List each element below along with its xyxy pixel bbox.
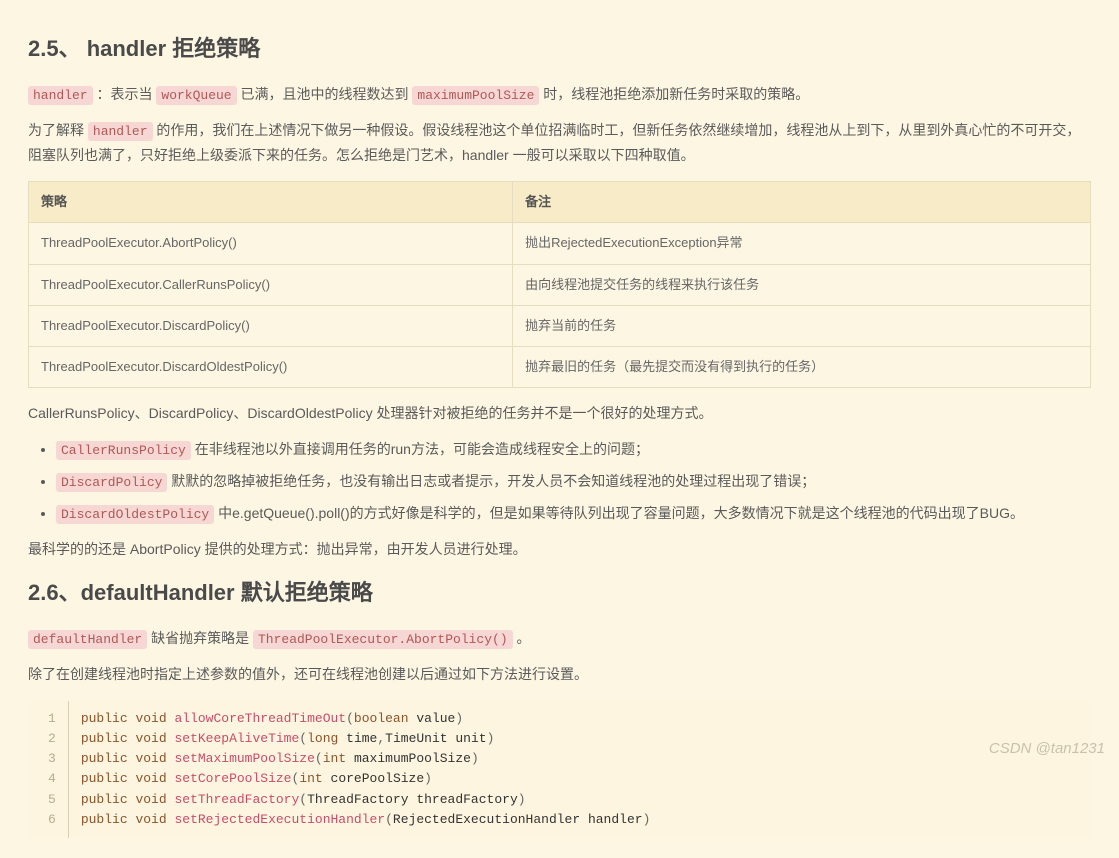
- cell: 抛出RejectedExecutionException异常: [513, 223, 1091, 264]
- kw: public: [81, 711, 128, 726]
- list-item: DiscardPolicy 默默的忽略掉被拒绝任务，也没有输出日志或者提示，开发…: [56, 470, 1091, 494]
- var: corePoolSize: [331, 771, 425, 786]
- code-workqueue: workQueue: [156, 86, 236, 105]
- var: value: [416, 711, 455, 726]
- handler-intro: handler ：表示当 workQueue 已满，且池中的线程数达到 maxi…: [28, 83, 1091, 107]
- text: 的作用，我们在上述情况下做另一种假设。假设线程池这个单位招满临时工，但新任务依然…: [28, 122, 1080, 162]
- cell: 抛弃当前的任务: [513, 305, 1091, 346]
- fn: setRejectedExecutionHandler: [174, 812, 385, 827]
- policy-bullets: CallerRunsPolicy 在非线程池以外直接调用任务的run方法，可能会…: [56, 438, 1091, 526]
- fn: setCorePoolSize: [174, 771, 291, 786]
- cell: ThreadPoolExecutor.DiscardOldestPolicy(): [29, 346, 513, 387]
- line-number: 3: [46, 749, 58, 769]
- code-defaulthandler: defaultHandler: [28, 630, 147, 649]
- policy-note: CallerRunsPolicy、DiscardPolicy、DiscardOl…: [28, 402, 1091, 426]
- text: 。: [513, 630, 531, 646]
- code-discard: DiscardPolicy: [56, 473, 167, 492]
- kw: boolean: [354, 711, 409, 726]
- fn: setThreadFactory: [174, 792, 299, 807]
- kw: void: [135, 711, 166, 726]
- list-item: DiscardOldestPolicy 中e.getQueue().poll()…: [56, 502, 1091, 526]
- cell: 由向线程池提交任务的线程来执行该任务: [513, 264, 1091, 305]
- kw: public: [81, 731, 128, 746]
- list-item: CallerRunsPolicy 在非线程池以外直接调用任务的run方法，可能会…: [56, 438, 1091, 462]
- code-line: public void allowCoreThreadTimeOut(boole…: [81, 709, 651, 729]
- line-gutter: 1 2 3 4 5 6: [28, 701, 69, 838]
- var: ThreadFactory threadFactory: [307, 792, 518, 807]
- kw: void: [135, 751, 166, 766]
- kw: public: [81, 771, 128, 786]
- table-row: ThreadPoolExecutor.CallerRunsPolicy()由向线…: [29, 264, 1091, 305]
- kw: long: [307, 731, 338, 746]
- text: ：表示当: [93, 86, 157, 102]
- section-2-6-heading: 2.6、defaultHandler 默认拒绝策略: [28, 574, 1091, 611]
- code-lines: public void allowCoreThreadTimeOut(boole…: [69, 701, 663, 838]
- code-line: public void setThreadFactory(ThreadFacto…: [81, 790, 651, 810]
- kw: void: [135, 731, 166, 746]
- text: 已满，且池中的线程数达到: [237, 86, 413, 102]
- kw: int: [299, 771, 322, 786]
- var: RejectedExecutionHandler handler: [393, 812, 643, 827]
- code-line: public void setMaximumPoolSize(int maxim…: [81, 749, 651, 769]
- code-discardoldest: DiscardOldestPolicy: [56, 505, 214, 524]
- table-row: ThreadPoolExecutor.DiscardOldestPolicy()…: [29, 346, 1091, 387]
- fn: setMaximumPoolSize: [174, 751, 314, 766]
- code-handler: handler: [28, 86, 93, 105]
- kw: int: [323, 751, 346, 766]
- text: 时，线程池拒绝添加新任务时采取的策略。: [539, 86, 809, 102]
- var: maximumPoolSize: [354, 751, 471, 766]
- table-row: ThreadPoolExecutor.DiscardPolicy()抛弃当前的任…: [29, 305, 1091, 346]
- line-number: 4: [46, 769, 58, 789]
- code-block: 1 2 3 4 5 6 public void allowCoreThreadT…: [28, 701, 1091, 838]
- line-number: 6: [46, 810, 58, 830]
- kw: void: [135, 771, 166, 786]
- cell: ThreadPoolExecutor.DiscardPolicy(): [29, 305, 513, 346]
- section-2-5-heading: 2.5、 handler 拒绝策略: [28, 30, 1091, 67]
- code-line: public void setKeepAliveTime(long time,T…: [81, 729, 651, 749]
- text: 中e.getQueue().poll()的方式好像是科学的，但是如果等待队列出现…: [214, 505, 1024, 521]
- cell: 抛弃最旧的任务（最先提交而没有得到执行的任务）: [513, 346, 1091, 387]
- cell: ThreadPoolExecutor.AbortPolicy(): [29, 223, 513, 264]
- kw: public: [81, 792, 128, 807]
- var: TimeUnit unit: [385, 731, 486, 746]
- policy-table: 策略 备注 ThreadPoolExecutor.AbortPolicy()抛出…: [28, 181, 1091, 387]
- abort-note: 最科学的的还是 AbortPolicy 提供的处理方式：抛出异常，由开发人员进行…: [28, 538, 1091, 562]
- text: 为了解释: [28, 122, 88, 138]
- fn: setKeepAliveTime: [174, 731, 299, 746]
- cell: ThreadPoolExecutor.CallerRunsPolicy(): [29, 264, 513, 305]
- kw: void: [135, 812, 166, 827]
- line-number: 1: [46, 709, 58, 729]
- line-number: 2: [46, 729, 58, 749]
- setter-note: 除了在创建线程池时指定上述参数的值外，还可在线程池创建以后通过如下方法进行设置。: [28, 663, 1091, 687]
- th-remark: 备注: [513, 182, 1091, 223]
- text: 缺省抛弃策略是: [147, 630, 253, 646]
- th-policy: 策略: [29, 182, 513, 223]
- table-row: ThreadPoolExecutor.AbortPolicy()抛出Reject…: [29, 223, 1091, 264]
- var: time: [346, 731, 377, 746]
- default-handler-para: defaultHandler 缺省抛弃策略是 ThreadPoolExecuto…: [28, 627, 1091, 651]
- line-number: 5: [46, 790, 58, 810]
- kw: public: [81, 812, 128, 827]
- kw: public: [81, 751, 128, 766]
- code-line: public void setCorePoolSize(int corePool…: [81, 769, 651, 789]
- text: 在非线程池以外直接调用任务的run方法，可能会造成线程安全上的问题；: [191, 441, 649, 457]
- code-abortpolicy: ThreadPoolExecutor.AbortPolicy(): [253, 630, 513, 649]
- code-callerruns: CallerRunsPolicy: [56, 441, 191, 460]
- handler-explain: 为了解释 handler 的作用，我们在上述情况下做另一种假设。假设线程池这个单…: [28, 119, 1091, 167]
- fn: allowCoreThreadTimeOut: [174, 711, 346, 726]
- code-maxpoolsize: maximumPoolSize: [412, 86, 539, 105]
- text: 默默的忽略掉被拒绝任务，也没有输出日志或者提示，开发人员不会知道线程池的处理过程…: [167, 473, 815, 489]
- kw: void: [135, 792, 166, 807]
- code-handler: handler: [88, 122, 153, 141]
- code-line: public void setRejectedExecutionHandler(…: [81, 810, 651, 830]
